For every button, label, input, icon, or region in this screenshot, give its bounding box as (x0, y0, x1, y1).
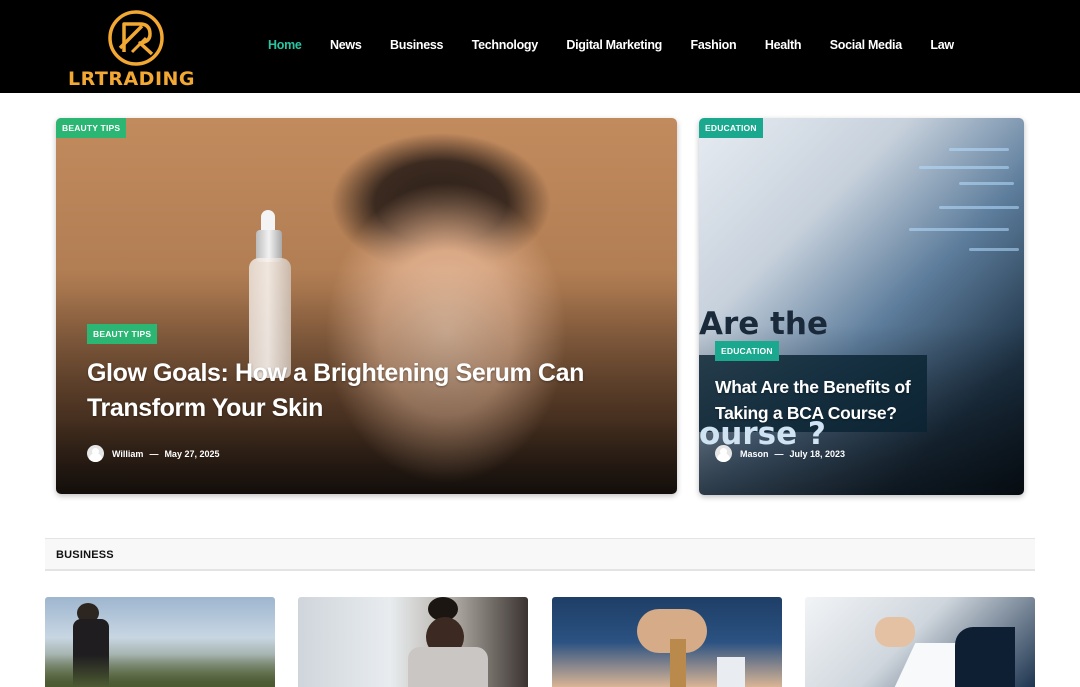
site-logo[interactable]: LRTRADING (66, 6, 206, 90)
section-header-business: BUSINESS (45, 538, 1035, 571)
nav-item-law[interactable]: Law (930, 38, 954, 52)
post-title[interactable]: Glow Goals: How a Brightening Serum Can … (87, 356, 607, 426)
business-post-thumbnail[interactable] (45, 597, 275, 687)
business-post-thumbnail[interactable] (552, 597, 782, 687)
serum-dropper-shape (261, 210, 275, 232)
business-post-thumbnail[interactable] (805, 597, 1035, 687)
post-date: May 27, 2025 (164, 448, 220, 459)
nav-item-health[interactable]: Health (765, 38, 802, 52)
featured-post-image[interactable] (56, 118, 677, 494)
author-name[interactable]: William (112, 449, 143, 459)
meta-separator: — (774, 448, 784, 459)
category-tag[interactable]: EDUCATION (715, 341, 779, 361)
nav-item-social-media[interactable]: Social Media (830, 38, 902, 52)
author-avatar[interactable] (715, 445, 732, 462)
featured-post-card[interactable]: BEAUTY TIPS BEAUTY TIPS Glow Goals: How … (56, 118, 677, 494)
nav-item-fashion[interactable]: Fashion (691, 38, 737, 52)
main-nav: Home News Business Technology Digital Ma… (268, 38, 982, 52)
corner-category-tag[interactable]: BEAUTY TIPS (56, 118, 127, 138)
post-meta: William — May 27, 2025 (87, 445, 219, 462)
site-header: LRTRADING Home News Business Technology … (0, 0, 1080, 93)
post-date: July 18, 2023 (789, 448, 846, 459)
nav-item-digital-marketing[interactable]: Digital Marketing (566, 38, 662, 52)
section-title: BUSINESS (56, 549, 114, 561)
logo-text: LRTRADING (68, 68, 196, 90)
meta-separator: — (149, 448, 159, 459)
nav-item-home[interactable]: Home (268, 38, 302, 52)
side-post-image[interactable]: Are the ourse ? (699, 118, 1024, 495)
author-name[interactable]: Mason (740, 449, 769, 459)
logo-mark-icon (108, 10, 164, 66)
post-title[interactable]: What Are the Benefits of Taking a BCA Co… (715, 374, 945, 426)
author-avatar[interactable] (87, 445, 104, 462)
business-post-thumbnail[interactable] (298, 597, 528, 687)
post-meta: Mason — July 18, 2023 (715, 445, 845, 462)
image-text-top: Are the (699, 306, 829, 342)
side-post-card[interactable]: Are the ourse ? EDUCATION EDUCATION What… (699, 118, 1024, 495)
nav-item-business[interactable]: Business (390, 38, 443, 52)
nav-item-technology[interactable]: Technology (472, 38, 539, 52)
nav-item-news[interactable]: News (330, 38, 362, 52)
category-tag[interactable]: BEAUTY TIPS (87, 324, 158, 344)
corner-category-tag[interactable]: EDUCATION (699, 118, 763, 138)
